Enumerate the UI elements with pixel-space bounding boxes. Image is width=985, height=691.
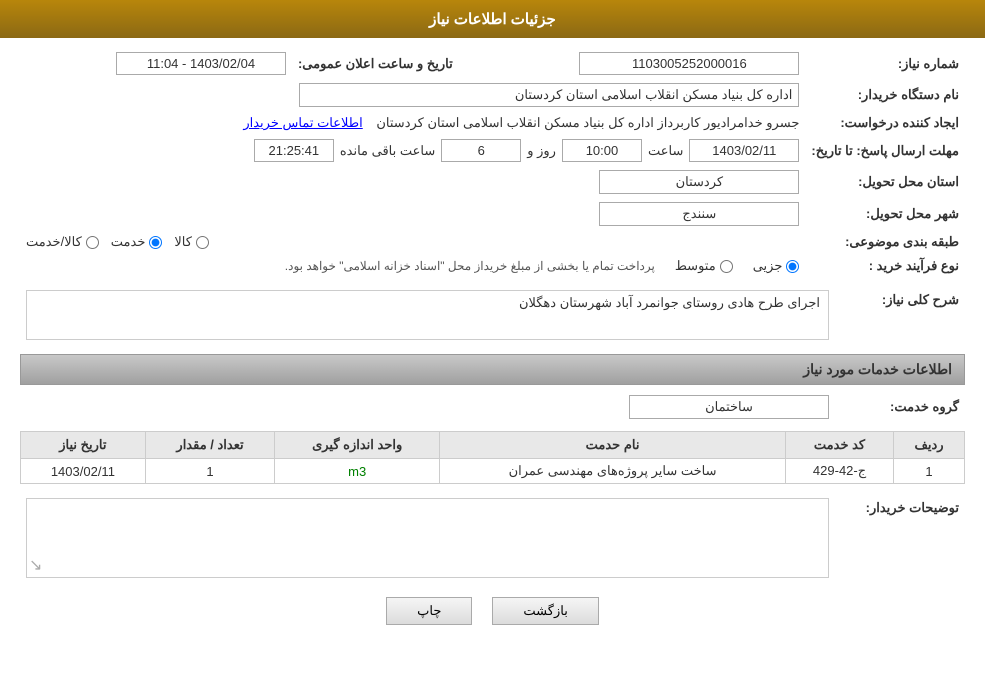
- roz-box: 6: [441, 139, 521, 162]
- roz-label: روز و: [527, 143, 556, 159]
- sharh-cell: <span data-bind="fields.sharh_value"></s…: [20, 286, 835, 344]
- cell-unit: m3: [275, 459, 440, 484]
- noe-faraind-description: پرداخت تمام یا بخشی از مبلغ خریداز محل "…: [285, 259, 655, 273]
- col-name: نام حدمت: [440, 432, 786, 459]
- cell-date: 1403/02/11: [21, 459, 146, 484]
- radio-jozii-label: جزیی: [753, 258, 783, 274]
- radio-motaset-label: متوسط: [675, 258, 716, 274]
- ostan-cell: کردستان: [20, 166, 805, 198]
- cell-code: ج-42-429: [786, 459, 894, 484]
- shomara-niaz-value: 1103005252000016: [459, 48, 806, 79]
- sharh-table: شرح کلی نیاز: <span data-bind="fields.sh…: [20, 286, 965, 344]
- shomara-niaz-label: شماره نیاز:: [805, 48, 965, 79]
- buttons-row: بازگشت چاپ: [20, 597, 965, 625]
- tousif-box: ↘: [26, 498, 829, 578]
- date-box: 1403/02/11: [689, 139, 799, 162]
- name-dastgah-label: نام دستگاه خریدار:: [805, 79, 965, 111]
- name-dastgah-cell: اداره کل بنیاد مسکن انقلاب اسلامی استان …: [20, 79, 805, 111]
- col-code: کد خدمت: [786, 432, 894, 459]
- ijad-konande-cell: جسرو خدامرادیور کاربرداز اداره کل بنیاد …: [20, 111, 805, 135]
- gorohe-box: ساختمان: [629, 395, 829, 419]
- tousif-cell: ↘: [20, 494, 835, 582]
- tarikh-value-cell: 1403/02/04 - 11:04: [20, 48, 292, 79]
- col-count: تعداد / مقدار: [145, 432, 274, 459]
- ijad-konande-label: ایجاد کننده درخواست:: [805, 111, 965, 135]
- table-row: 1 ج-42-429 ساخت سایر پروژه‌های مهندسی عم…: [21, 459, 965, 484]
- name-dastgah-box: اداره کل بنیاد مسکن انقلاب اسلامی استان …: [299, 83, 799, 107]
- gorohe-label: گروه خدمت:: [835, 391, 965, 423]
- radio-kala-khadamat-item: کالا/خدمت: [26, 234, 99, 250]
- radio-kala-label: کالا: [174, 234, 192, 250]
- radio-khadamat-input[interactable]: [149, 236, 162, 249]
- page-title: جزئیات اطلاعات نیاز: [429, 11, 556, 28]
- radio-kala-khadamat-label: کالا/خدمت: [26, 234, 82, 250]
- radio-kala-item: کالا: [174, 234, 209, 250]
- khadamat-section-title: اطلاعات خدمات مورد نیاز: [20, 354, 965, 385]
- radio-kala-khadamat-input[interactable]: [86, 236, 99, 249]
- sharh-label: شرح کلی نیاز:: [835, 286, 965, 344]
- cell-count: 1: [145, 459, 274, 484]
- saat-label: ساعت: [648, 143, 683, 159]
- service-table: ردیف کد خدمت نام حدمت واحد اندازه گیری ت…: [20, 431, 965, 484]
- tousif-label: توضیحات خریدار:: [835, 494, 965, 582]
- ostan-label: استان محل تحویل:: [805, 166, 965, 198]
- baqi-label: ساعت باقی مانده: [340, 143, 435, 159]
- radio-motaset-item: متوسط: [675, 258, 733, 274]
- radio-motaset-input[interactable]: [720, 260, 733, 273]
- main-info-table: شماره نیاز: 1103005252000016 تاریخ و ساع…: [20, 48, 965, 278]
- shomara-niaz-box: 1103005252000016: [579, 52, 799, 75]
- tarikh-box: 1403/02/04 - 11:04: [116, 52, 286, 75]
- shahr-label: شهر محل تحویل:: [805, 198, 965, 230]
- shahr-box: سنندج: [599, 202, 799, 226]
- gorohe-table: گروه خدمت: ساختمان: [20, 391, 965, 423]
- etelaat-tamas-link[interactable]: اطلاعات تماس خریدار: [243, 115, 362, 130]
- saat-box: 10:00: [562, 139, 642, 162]
- col-date: تاریخ نیاز: [21, 432, 146, 459]
- btn-chap[interactable]: چاپ: [386, 597, 472, 625]
- sharh-display: اجرای طرح هادی روستای جوانمرد آباد شهرست…: [26, 290, 829, 340]
- col-radif: ردیف: [894, 432, 965, 459]
- radio-kala-input[interactable]: [196, 236, 209, 249]
- tarikh-label: تاریخ و ساعت اعلان عمومی:: [292, 48, 459, 79]
- ostan-box: کردستان: [599, 170, 799, 194]
- radio-khadamat-label: خدمت: [111, 234, 146, 250]
- noe-faraind-cell: پرداخت تمام یا بخشی از مبلغ خریداز محل "…: [20, 254, 805, 278]
- cell-radif: 1: [894, 459, 965, 484]
- radio-khadamat-item: خدمت: [111, 234, 163, 250]
- cell-name: ساخت سایر پروژه‌های مهندسی عمران: [440, 459, 786, 484]
- baqi-box: 21:25:41: [254, 139, 334, 162]
- mohlat-cell: 21:25:41 ساعت باقی مانده 6 روز و 10:00 س…: [20, 135, 805, 166]
- mohlat-label: مهلت ارسال پاسخ: تا تاریخ:: [805, 135, 965, 166]
- tabaqe-label: طبقه بندی موضوعی:: [805, 230, 965, 254]
- tabaqe-cell: کالا/خدمت خدمت کالا: [20, 230, 805, 254]
- noe-faraind-label: نوع فرآیند خرید :: [805, 254, 965, 278]
- btn-bazgasht[interactable]: بازگشت: [492, 597, 598, 625]
- tousif-table: توضیحات خریدار: ↘: [20, 494, 965, 582]
- col-unit: واحد اندازه گیری: [275, 432, 440, 459]
- radio-jozii-input[interactable]: [786, 260, 799, 273]
- shahr-cell: سنندج: [20, 198, 805, 230]
- radio-jozii-item: جزیی: [753, 258, 800, 274]
- gorohe-cell: ساختمان: [20, 391, 835, 423]
- page-header: جزئیات اطلاعات نیاز: [0, 0, 985, 38]
